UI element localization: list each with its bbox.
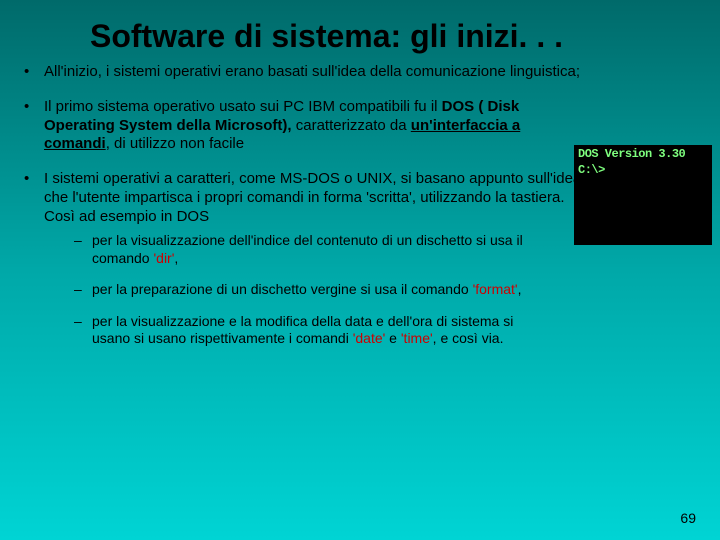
bullet-3-text: I sistemi operativi a caratteri, come MS… bbox=[44, 170, 581, 225]
dos-line-1: DOS Version 3.30 bbox=[578, 147, 708, 163]
cmd-date: 'date' bbox=[353, 330, 386, 346]
sub-1b: , bbox=[174, 250, 178, 266]
dos-screenshot: DOS Version 3.30 C:\> bbox=[574, 145, 712, 245]
slide-number: 69 bbox=[680, 510, 696, 526]
dos-line-2: C:\> bbox=[578, 163, 708, 179]
slide-title: Software di sistema: gli inizi. . . bbox=[0, 0, 720, 63]
cmd-dir: 'dir' bbox=[153, 250, 174, 266]
cmd-format: 'format' bbox=[473, 281, 518, 297]
sub-1: per la visualizzazione dell'indice del c… bbox=[74, 232, 552, 267]
sub-list: per la visualizzazione dell'indice del c… bbox=[74, 232, 584, 348]
sub-2b: , bbox=[518, 281, 522, 297]
sub-3b: , e così via. bbox=[433, 330, 504, 346]
bullet-1-text: All'inizio, i sistemi operativi erano ba… bbox=[44, 63, 580, 80]
sub-3: per la visualizzazione e la modifica del… bbox=[74, 313, 552, 348]
sub-3mid: e bbox=[385, 330, 401, 346]
bullet-2-post: , di utilizzo non facile bbox=[106, 135, 244, 152]
bullet-2: Il primo sistema operativo usato sui PC … bbox=[20, 98, 584, 154]
bullet-2-mid: caratterizzato da bbox=[292, 117, 411, 134]
sub-2: per la preparazione di un dischetto verg… bbox=[74, 281, 552, 299]
slide: Software di sistema: gli inizi. . . All'… bbox=[0, 0, 720, 540]
bullet-1: All'inizio, i sistemi operativi erano ba… bbox=[20, 63, 700, 82]
sub-2a: per la preparazione di un dischetto verg… bbox=[92, 281, 473, 297]
bullet-3: I sistemi operativi a caratteri, come MS… bbox=[20, 170, 584, 348]
cmd-time: 'time' bbox=[401, 330, 433, 346]
bullet-2-pre: Il primo sistema operativo usato sui PC … bbox=[44, 98, 442, 115]
